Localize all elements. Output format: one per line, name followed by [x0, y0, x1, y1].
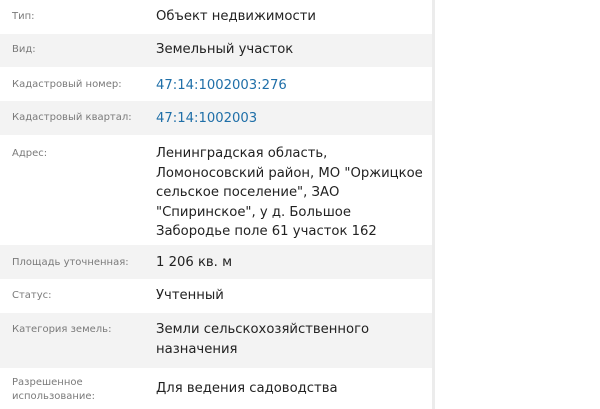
- row-permitted-use-value: Для ведения садоводства: [156, 381, 338, 396]
- row-address-label: Адрес:: [12, 148, 48, 159]
- row-address: Адрес: Ленинградская область, Ломоносовс…: [0, 135, 432, 245]
- panel-right-border: [432, 0, 435, 409]
- row-permitted-use-label: Разрешенное использование:: [12, 377, 95, 402]
- row-type: Тип: Объект недвижимости: [0, 0, 432, 34]
- cadastral-number-link[interactable]: 47:14:1002003:276: [156, 76, 424, 96]
- row-cadastral-quarter: Кадастровый квартал: 47:14:1002003: [0, 101, 432, 135]
- row-area-label: Площадь уточненная:: [12, 257, 129, 268]
- row-area: Площадь уточненная: 1 206 кв. м: [0, 245, 432, 279]
- row-status-label: Статус:: [12, 290, 52, 301]
- row-permitted-use: Разрешенное использование: Для ведения с…: [0, 368, 432, 409]
- row-type-value: Объект недвижимости: [156, 9, 316, 24]
- row-land-category-value: Земли сельскохозяйственного назначения: [156, 322, 370, 357]
- row-status: Статус: Учтенный: [0, 279, 432, 313]
- row-address-value: Ленинградская область, Ломоносовский рай…: [156, 146, 423, 239]
- row-status-value: Учтенный: [156, 288, 224, 303]
- row-cadastral-quarter-label: Кадастровый квартал:: [12, 112, 132, 123]
- row-kind-label: Вид:: [12, 44, 36, 55]
- property-info-panel: Тип: Объект недвижимости Вид: Земельный …: [0, 0, 432, 409]
- row-land-category-label: Категория земель:: [12, 324, 112, 335]
- row-cadastral-number-label: Кадастровый номер:: [12, 79, 122, 90]
- row-type-label: Тип:: [12, 11, 35, 22]
- row-area-value: 1 206 кв. м: [156, 255, 233, 270]
- row-land-category: Категория земель: Земли сельскохозяйстве…: [0, 313, 432, 368]
- row-kind: Вид: Земельный участок: [0, 34, 432, 67]
- cadastral-quarter-link[interactable]: 47:14:1002003: [156, 109, 424, 129]
- row-kind-value: Земельный участок: [156, 42, 294, 57]
- row-cadastral-number: Кадастровый номер: 47:14:1002003:276: [0, 67, 432, 101]
